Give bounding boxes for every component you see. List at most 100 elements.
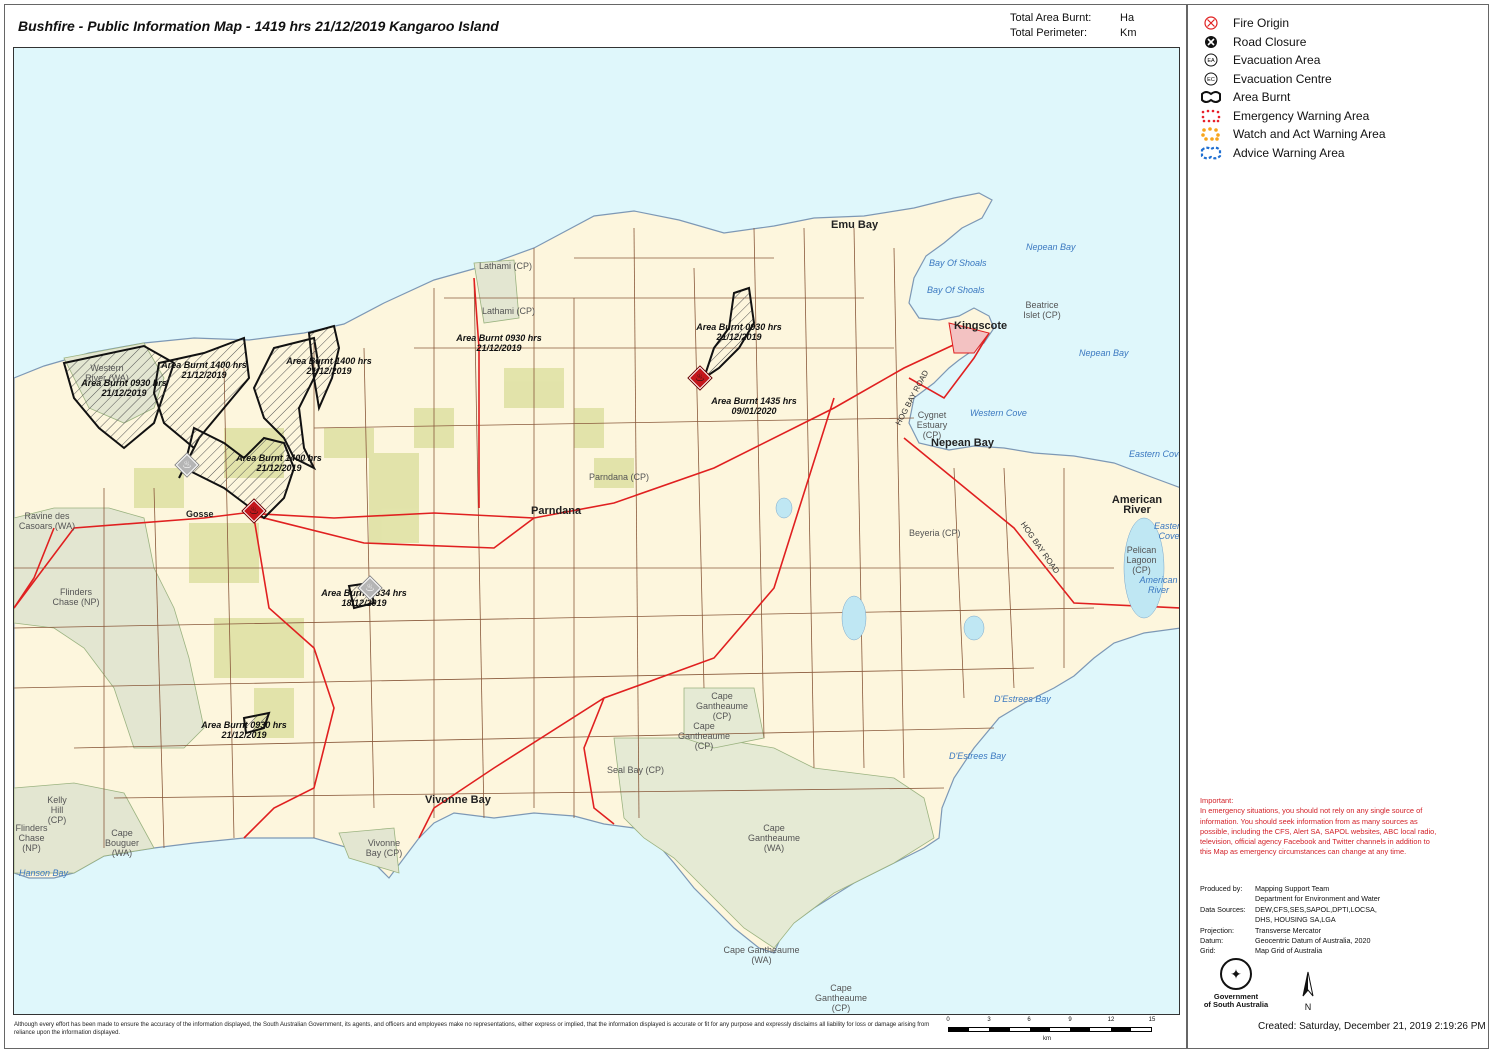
evacuation-centre-icon: EC bbox=[1200, 71, 1222, 87]
fire-marker-grey-1[interactable]: ♨ bbox=[175, 453, 199, 477]
park-kelly-hill-label: Kelly Hill (CP) bbox=[47, 795, 67, 825]
important-notice: Important: In emergency situations, you … bbox=[1200, 796, 1437, 857]
perimeter-unit: Km bbox=[1120, 27, 1137, 39]
government-logo-text: Government of South Australia bbox=[1203, 992, 1269, 1009]
legend-item-advice-warning: Advice Warning Area bbox=[1200, 144, 1480, 163]
water-american-river: American River bbox=[1139, 575, 1178, 595]
fire-origin-icon bbox=[1200, 15, 1222, 31]
town-american-river: American River bbox=[1111, 494, 1163, 516]
town-kingscote: Kingscote bbox=[954, 320, 1008, 332]
water-western-cove: Western Cove bbox=[970, 408, 1027, 418]
park-lathami-label-1: Lathami (CP) bbox=[479, 261, 533, 271]
burnt-label-2: Area Burnt 1400 hrs 21/12/2019 bbox=[161, 360, 247, 380]
scale-tick: 3 bbox=[987, 1017, 991, 1023]
created-timestamp: Created: Saturday, December 21, 2019 2:1… bbox=[1258, 1021, 1486, 1032]
government-logo: ✦ Government of South Australia bbox=[1196, 958, 1276, 1016]
watch-act-icon bbox=[1200, 126, 1222, 142]
flame-icon: ♨ bbox=[249, 505, 259, 517]
legend-item-area-burnt: Area Burnt bbox=[1200, 88, 1480, 107]
legend-item-evacuation-area: EA Evacuation Area bbox=[1200, 51, 1480, 70]
meta-projection-label: Projection: bbox=[1200, 925, 1234, 935]
north-arrow-icon bbox=[1302, 971, 1314, 997]
burnt-label-1: Area Burnt 0930 hrs 21/12/2019 bbox=[81, 378, 167, 398]
meta-sources-value: DEW,CFS,SES,SAPOL,DPTI,LOCSA, DHS, HOUSI… bbox=[1255, 904, 1377, 925]
water-eastern-cove-2: Eastern Cove bbox=[1154, 521, 1180, 541]
flame-icon: ♨ bbox=[365, 582, 375, 594]
town-gosse: Gosse bbox=[186, 509, 214, 519]
burnt-label-5: Area Burnt 1400 hrs 21/12/2019 bbox=[236, 453, 322, 473]
park-pelican-label: Pelican Lagoon (CP) bbox=[1126, 545, 1157, 575]
area-burnt-unit: Ha bbox=[1120, 12, 1135, 24]
park-flinders-chase-label-2: Flinders Chase (NP) bbox=[15, 823, 48, 853]
scale-tick: 6 bbox=[1027, 1017, 1031, 1023]
park-ravine-label: Ravine des Casoars (WA) bbox=[18, 511, 76, 531]
water-destrees-bay-1: D'Estrees Bay bbox=[994, 694, 1051, 704]
water-hanson-bay: Hanson Bay bbox=[19, 868, 69, 878]
legend-item-emergency-warning: Emergency Warning Area bbox=[1200, 107, 1480, 126]
stats-panel: Total Area Burnt: Ha Total Perimeter: Km bbox=[1010, 11, 1150, 41]
road-closure-icon bbox=[1200, 34, 1222, 50]
water-bay-of-shoals-1: Bay Of Shoals bbox=[929, 258, 987, 268]
water-nepean-bay-1: Nepean Bay bbox=[1026, 242, 1076, 252]
scale-tick: 0 bbox=[946, 1017, 950, 1023]
scale-ticks: 0 3 6 9 12 15 bbox=[945, 1017, 1160, 1025]
park-parndana-label: Parndana (CP) bbox=[589, 472, 650, 482]
park-gantheaume-cp-label-2: Cape Gantheaume (CP) bbox=[677, 721, 731, 751]
town-emu-bay: Emu Bay bbox=[831, 219, 879, 231]
legend-label: Watch and Act Warning Area bbox=[1233, 127, 1386, 142]
north-label: N bbox=[1304, 1002, 1312, 1012]
svg-text:EA: EA bbox=[1207, 58, 1215, 64]
fire-marker-red-2[interactable]: ♨ bbox=[242, 499, 266, 523]
north-arrow: N bbox=[1298, 970, 1318, 1012]
area-burnt-label: Total Area Burnt: bbox=[1010, 12, 1092, 24]
legend-label: Road Closure bbox=[1233, 34, 1307, 49]
advice-warning-icon bbox=[1200, 145, 1222, 161]
park-seal-bay-label: Seal Bay (CP) bbox=[607, 765, 665, 775]
map-title: Bushfire - Public Information Map - 1419… bbox=[18, 18, 499, 34]
park-gantheaume-cp-label-3: Cape Gantheaume (CP) bbox=[814, 983, 868, 1013]
island-map-svg bbox=[14, 192, 1179, 954]
scale-tick: 9 bbox=[1068, 1017, 1072, 1023]
park-gantheaume-wa-label-2: Cape Gantheaume (WA) bbox=[723, 945, 800, 965]
area-burnt-icon bbox=[1200, 89, 1222, 105]
legend-label: Fire Origin bbox=[1233, 16, 1290, 31]
meta-produced-value: Mapping Support Team Department for Envi… bbox=[1255, 884, 1381, 904]
water-eastern-cove: Eastern Cove bbox=[1129, 449, 1180, 459]
water-nepean-bay-2: Nepean Bay bbox=[1079, 348, 1129, 358]
park-cape-bouguer-label: Cape Bouguer (WA) bbox=[104, 828, 140, 858]
park-lathami-label-2: Lathami (CP) bbox=[482, 306, 536, 316]
legend-label: Evacuation Area bbox=[1233, 53, 1321, 68]
town-vivonne-bay: Vivonne Bay bbox=[425, 794, 491, 806]
burnt-label-9: Area Burnt 0930 hrs 21/12/2019 bbox=[201, 720, 287, 740]
park-vivonne-label: Vivonne Bay (CP) bbox=[365, 838, 403, 858]
legend-label: Advice Warning Area bbox=[1233, 145, 1345, 160]
park-cygnet-label: Cygnet Estuary (CP) bbox=[916, 410, 948, 440]
scale-bar: 0 3 6 9 12 15 km bbox=[945, 1017, 1160, 1047]
scale-tick: 12 bbox=[1107, 1017, 1115, 1023]
meta-sources-label: Data Sources: bbox=[1200, 904, 1246, 914]
flame-icon: ♨ bbox=[695, 372, 705, 384]
legend-item-road-closure: Road Closure bbox=[1200, 33, 1480, 52]
park-gantheaume-cp-label-1: Cape Gantheaume (CP) bbox=[695, 691, 749, 721]
meta-projection-value: Transverse Mercator bbox=[1255, 925, 1322, 935]
meta-grid-label: Grid: bbox=[1200, 946, 1216, 956]
legend-item-fire-origin: Fire Origin bbox=[1200, 14, 1480, 33]
map-canvas[interactable]: Emu Bay Kingscote Nepean Bay American Ri… bbox=[13, 47, 1180, 1015]
map-metadata: Produced by: Mapping Support Team Departm… bbox=[1200, 884, 1485, 957]
fire-marker-grey-2[interactable]: ♨ bbox=[358, 576, 382, 600]
piping-shrike-seal-icon: ✦ bbox=[1220, 958, 1252, 990]
park-gantheaume-wa-label: Cape Gantheaume (WA) bbox=[747, 823, 801, 853]
island-landmass bbox=[14, 192, 1179, 954]
burnt-label-4: Area Burnt 1400 hrs 21/12/2019 bbox=[286, 356, 372, 376]
flame-icon: ♨ bbox=[182, 459, 192, 471]
scale-unit: km bbox=[1043, 1036, 1051, 1042]
meta-grid-value: Map Grid of Australia bbox=[1255, 946, 1323, 956]
burnt-label-3: Area Burnt 0930 hrs 21/12/2019 bbox=[456, 333, 542, 353]
meta-datum-label: Datum: bbox=[1200, 936, 1224, 946]
burnt-label-7: Area Burnt 1435 hrs 09/01/2020 bbox=[711, 396, 797, 416]
legend-item-watch-act: Watch and Act Warning Area bbox=[1200, 125, 1480, 144]
water-bay-of-shoals-2: Bay Of Shoals bbox=[927, 285, 985, 295]
fire-marker-red-1[interactable]: ♨ bbox=[688, 366, 712, 390]
legend-label: Emergency Warning Area bbox=[1233, 108, 1370, 123]
scale-bar-graphic bbox=[948, 1027, 1152, 1032]
